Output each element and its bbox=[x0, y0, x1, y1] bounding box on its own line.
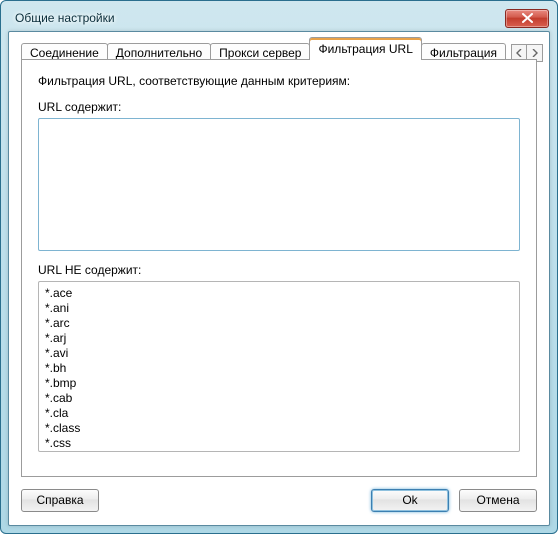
tab-advanced[interactable]: Дополнительно bbox=[107, 43, 211, 60]
chevron-left-icon bbox=[516, 49, 522, 57]
button-row: Справка Ok Отмена bbox=[21, 485, 537, 515]
tab-filter[interactable]: Фильтрация bbox=[421, 43, 506, 60]
window-title: Общие настройки bbox=[15, 11, 115, 25]
url-not-contains-label: URL НЕ содержит: bbox=[38, 263, 520, 277]
tab-page-url-filter: Фильтрация URL, соответствующие данным к… bbox=[21, 59, 537, 477]
dialog-window: Общие настройки Соединение Дополнительно… bbox=[0, 0, 558, 534]
ok-button[interactable]: Ok bbox=[371, 489, 449, 512]
client-area: Соединение Дополнительно Прокси сервер Ф… bbox=[8, 31, 550, 526]
tab-connection[interactable]: Соединение bbox=[21, 43, 108, 60]
help-button[interactable]: Справка bbox=[21, 489, 99, 512]
close-icon bbox=[522, 13, 533, 23]
url-contains-label: URL содержит: bbox=[38, 100, 520, 114]
close-button[interactable] bbox=[505, 9, 549, 28]
cancel-button[interactable]: Отмена bbox=[459, 489, 537, 512]
tab-strip: Соединение Дополнительно Прокси сервер Ф… bbox=[9, 32, 549, 60]
tab-proxy[interactable]: Прокси сервер bbox=[210, 43, 310, 60]
tab-url-filter[interactable]: Фильтрация URL bbox=[309, 37, 421, 60]
page-heading: Фильтрация URL, соответствующие данным к… bbox=[38, 74, 520, 88]
title-bar: Общие настройки bbox=[7, 7, 551, 29]
url-not-contains-field-wrap bbox=[38, 281, 520, 452]
url-contains-field-wrap bbox=[38, 118, 520, 251]
url-contains-input[interactable] bbox=[39, 119, 519, 247]
url-not-contains-input[interactable] bbox=[39, 282, 519, 448]
chevron-right-icon bbox=[532, 49, 538, 57]
